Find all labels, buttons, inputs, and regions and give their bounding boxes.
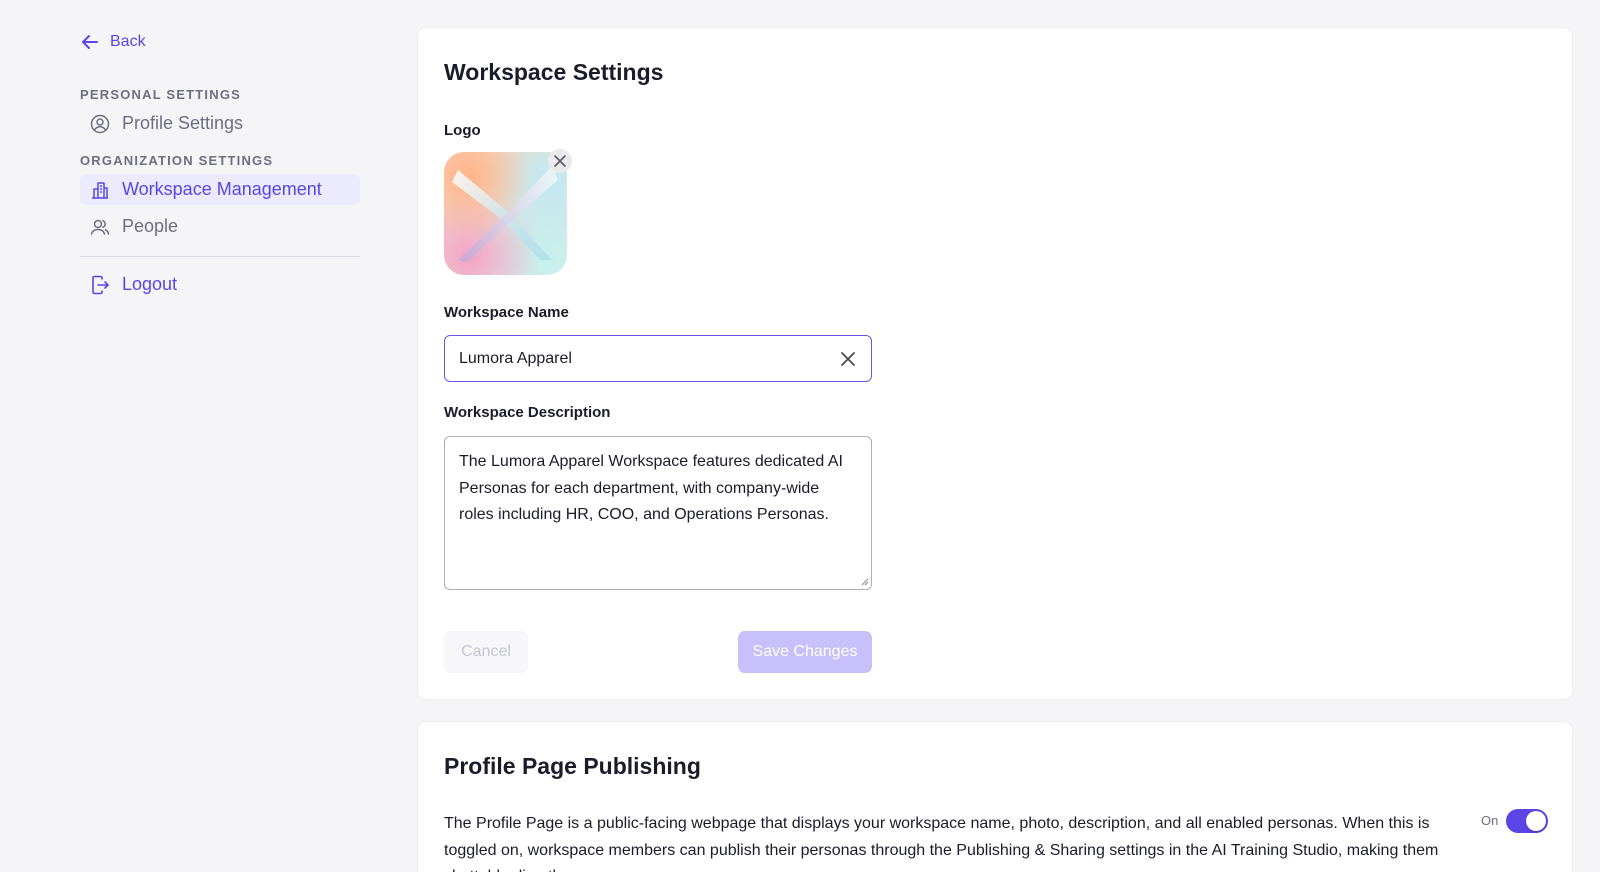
arrow-left-icon bbox=[82, 35, 98, 49]
workspace-settings-card: Workspace Settings Logo Workspace Name W… bbox=[418, 28, 1572, 699]
toggle-state-label: On bbox=[1481, 813, 1499, 828]
save-changes-button[interactable]: Save Changes bbox=[738, 631, 872, 673]
logout-label: Logout bbox=[122, 274, 178, 294]
sidebar-item-workspace-management[interactable]: Workspace Management bbox=[80, 174, 360, 205]
logout-button[interactable]: Logout bbox=[80, 269, 360, 300]
sidebar-item-label: Profile Settings bbox=[122, 113, 244, 133]
cancel-button[interactable]: Cancel bbox=[444, 631, 528, 673]
back-link[interactable]: Back bbox=[80, 28, 360, 56]
clear-name-button[interactable] bbox=[837, 348, 859, 370]
logo-label: Logo bbox=[444, 122, 481, 139]
publishing-toggle[interactable] bbox=[1506, 809, 1548, 833]
sidebar-item-profile-settings[interactable]: Profile Settings bbox=[80, 108, 360, 139]
publishing-description: The Profile Page is a public-facing webp… bbox=[444, 815, 1439, 872]
page-title: Workspace Settings bbox=[444, 59, 664, 85]
workspace-name-input[interactable] bbox=[459, 349, 837, 368]
close-icon bbox=[841, 351, 855, 366]
profile-publishing-card: Profile Page Publishing The Profile Page… bbox=[418, 722, 1572, 872]
settings-sidebar: Back PERSONAL SETTINGS Profile Settings … bbox=[80, 28, 360, 300]
publishing-title: Profile Page Publishing bbox=[444, 753, 701, 779]
personal-settings-heading: PERSONAL SETTINGS bbox=[80, 87, 242, 102]
sidebar-item-label: People bbox=[122, 216, 179, 236]
users-icon bbox=[90, 217, 110, 237]
sidebar-item-label: Workspace Management bbox=[122, 179, 322, 199]
building-icon bbox=[90, 180, 110, 200]
workspace-logo[interactable] bbox=[444, 152, 567, 275]
logo-graphic bbox=[452, 166, 558, 262]
workspace-description-label: Workspace Description bbox=[444, 404, 611, 421]
sidebar-divider bbox=[80, 256, 360, 257]
remove-logo-button[interactable] bbox=[548, 149, 572, 173]
workspace-name-label: Workspace Name bbox=[444, 304, 569, 321]
organization-settings-heading: ORGANIZATION SETTINGS bbox=[80, 153, 274, 168]
resize-grip-icon[interactable] bbox=[859, 576, 869, 586]
close-icon bbox=[554, 155, 566, 167]
sidebar-item-people[interactable]: People bbox=[80, 211, 360, 242]
workspace-name-field bbox=[444, 335, 872, 382]
workspace-description-input[interactable]: The Lumora Apparel Workspace features de… bbox=[444, 436, 872, 590]
toggle-knob bbox=[1526, 811, 1546, 831]
user-circle-icon bbox=[90, 114, 110, 134]
back-label: Back bbox=[110, 33, 146, 50]
logout-icon bbox=[90, 275, 110, 295]
